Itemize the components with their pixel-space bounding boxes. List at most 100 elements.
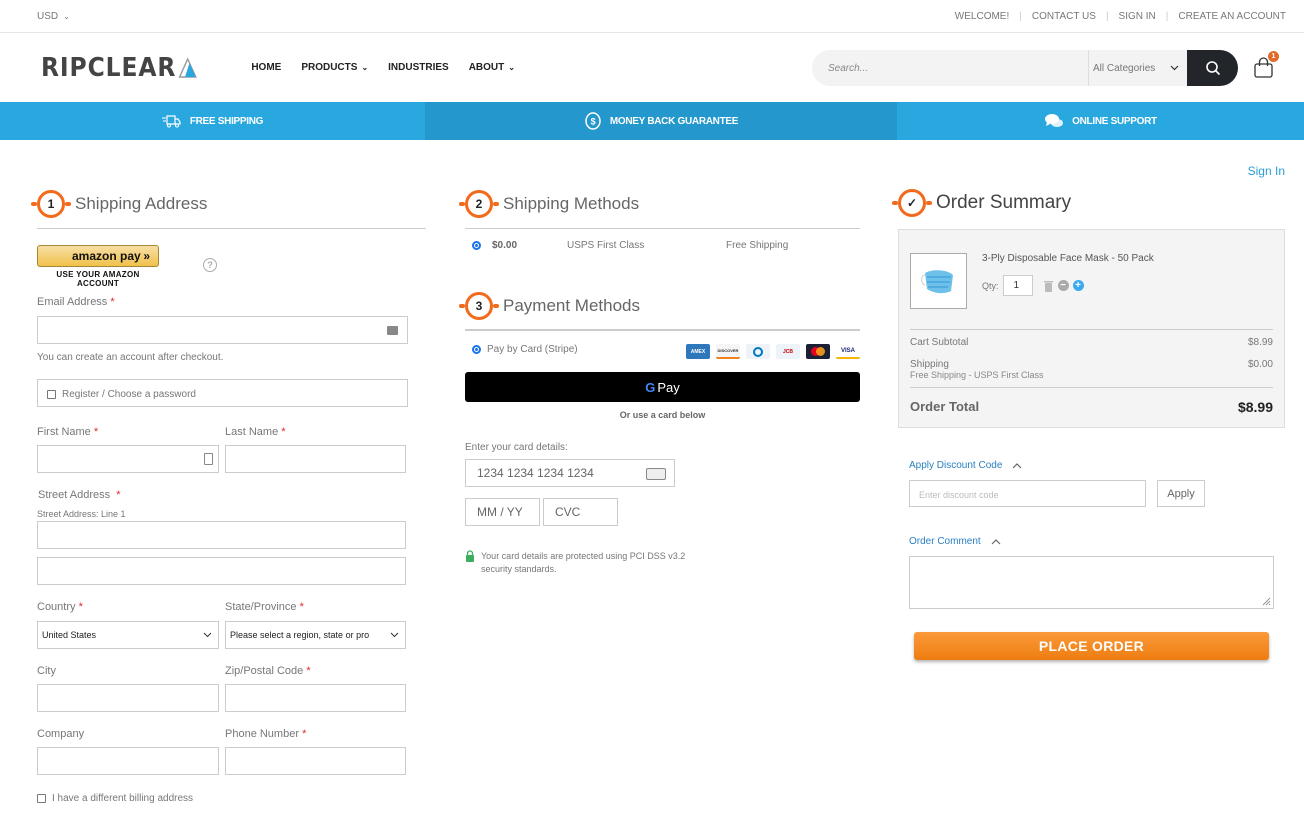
divider xyxy=(37,228,426,229)
street-line1-field[interactable] xyxy=(37,521,406,549)
nav-home[interactable]: HOME xyxy=(251,62,281,73)
amazon-pay-button[interactable]: amazon pay» USE YOUR AMAZON ACCOUNT xyxy=(37,245,159,288)
product-name[interactable]: 3-Ply Disposable Face Mask - 50 Pack xyxy=(982,253,1154,264)
dollar-coin-icon: $ xyxy=(585,112,601,130)
nav-products[interactable]: PRODUCTS ⌄ xyxy=(301,62,368,73)
help-icon[interactable]: ? xyxy=(203,258,217,272)
zip-field[interactable] xyxy=(225,684,406,712)
search-icon xyxy=(1205,61,1220,76)
order-comment-toggle[interactable]: Order Comment xyxy=(909,536,1001,547)
state-label: State/Province * xyxy=(225,601,304,613)
cart-count-badge: 1 xyxy=(1268,51,1279,62)
contact-us-link[interactable]: CONTACT US xyxy=(1022,11,1106,22)
state-select[interactable]: Please select a region, state or pro xyxy=(225,621,406,649)
discount-input[interactable]: Enter discount code xyxy=(909,480,1146,507)
category-select[interactable]: All Categories xyxy=(1088,50,1187,86)
or-card-text: Or use a card below xyxy=(619,410,706,420)
divider xyxy=(465,329,860,331)
last-name-label: Last Name * xyxy=(225,426,286,438)
divider xyxy=(465,228,860,229)
payment-methods-title: 3 Payment Methods xyxy=(459,292,640,320)
lock-icon xyxy=(466,550,474,562)
main-nav: HOME PRODUCTS ⌄ INDUSTRIES ABOUT ⌄ xyxy=(251,62,515,73)
chevron-down-icon: ⌄ xyxy=(361,63,369,72)
svg-text:$: $ xyxy=(591,117,596,127)
country-label: Country * xyxy=(37,601,83,613)
google-g-icon: G xyxy=(645,379,656,395)
email-field[interactable] xyxy=(37,316,408,344)
cvc-field[interactable]: CVC xyxy=(543,498,618,526)
payment-option-stripe[interactable]: Pay by Card (Stripe) xyxy=(472,344,578,355)
truck-icon xyxy=(161,115,181,128)
chevron-down-icon: ⌄ xyxy=(63,11,70,21)
quantity-input[interactable]: 1 xyxy=(1002,275,1033,296)
card-number-field[interactable]: 1234 1234 1234 1234 xyxy=(465,459,675,487)
payment-option-radio[interactable] xyxy=(472,345,481,354)
sign-in-link[interactable]: SIGN IN xyxy=(1109,11,1166,22)
divider xyxy=(910,329,1273,330)
company-label: Company xyxy=(37,728,85,740)
street-label: Street Address * xyxy=(38,489,121,501)
chevron-down-icon xyxy=(203,632,212,638)
header: RIPCLEAR HOME PRODUCTS ⌄ INDUSTRIES ABOUT… xyxy=(0,33,1304,102)
first-name-label: First Name * xyxy=(37,426,99,438)
top-links: WELCOME! | CONTACT US | SIGN IN | CREATE AN… xyxy=(945,11,1286,22)
zip-label: Zip/Postal Code * xyxy=(225,665,311,677)
currency-switcher[interactable]: USD ⌄ xyxy=(37,11,70,22)
city-label: City xyxy=(37,665,56,677)
chat-bubbles-icon xyxy=(1045,114,1064,127)
apply-discount-button[interactable]: Apply xyxy=(1157,480,1205,507)
step-badge: 1 xyxy=(31,190,71,218)
chevron-down-icon xyxy=(390,632,399,638)
cart-subtotal-row: Cart Subtotal $8.99 xyxy=(910,337,1273,348)
chevron-down-icon: ⌄ xyxy=(508,63,515,72)
diners-icon xyxy=(746,344,770,359)
expiry-field[interactable]: MM / YY xyxy=(465,498,540,526)
nav-industries[interactable]: INDUSTRIES xyxy=(388,62,449,73)
visa-icon: VISA xyxy=(836,344,860,359)
face-mask-image xyxy=(920,270,953,294)
credit-card-icon xyxy=(646,468,666,480)
search-button[interactable] xyxy=(1187,50,1238,86)
chevron-up-icon xyxy=(991,538,1001,544)
product-thumbnail[interactable] xyxy=(910,253,967,309)
city-field[interactable] xyxy=(37,684,219,712)
card-logos: AMEX DISCOVER JCB VISA xyxy=(686,344,860,359)
google-pay-button[interactable]: G Pay xyxy=(465,372,860,402)
last-name-field[interactable] xyxy=(225,445,406,473)
card-details-label: Enter your card details: xyxy=(465,442,568,453)
shipping-option-radio[interactable] xyxy=(472,241,481,250)
place-order-button[interactable]: PLACE ORDER xyxy=(914,632,1269,660)
cart-button[interactable]: 1 xyxy=(1253,51,1279,81)
nav-about[interactable]: ABOUT ⌄ xyxy=(469,62,515,73)
shipping-address-title: 1 Shipping Address xyxy=(31,190,207,218)
trash-icon[interactable] xyxy=(1043,280,1054,292)
company-field[interactable] xyxy=(37,747,219,775)
phone-field[interactable] xyxy=(225,747,406,775)
shipping-methods-title: 2 Shipping Methods xyxy=(459,190,639,218)
order-comment-textarea[interactable] xyxy=(909,556,1274,609)
plus-icon[interactable]: + xyxy=(1072,280,1084,291)
email-note: You can create an account after checkout… xyxy=(37,352,224,363)
register-checkbox[interactable]: Register / Choose a password xyxy=(47,389,196,400)
search-input[interactable]: Search... xyxy=(812,50,1088,86)
create-account-link[interactable]: CREATE AN ACCOUNT xyxy=(1168,11,1286,22)
street-line2-field[interactable] xyxy=(37,557,406,585)
promo-banner: FREE SHIPPING $ MONEY BACK GUARANTEE ONL… xyxy=(0,102,1304,140)
shipping-option[interactable]: $0.00 USPS First Class Free Shipping xyxy=(472,240,862,251)
billing-address-checkbox[interactable]: I have a different billing address xyxy=(37,793,193,804)
order-summary-title: ✓ Order Summary xyxy=(892,189,1071,217)
country-select[interactable]: United States xyxy=(37,621,219,649)
logo[interactable]: RIPCLEAR xyxy=(41,53,198,83)
discount-toggle[interactable]: Apply Discount Code xyxy=(909,460,1022,471)
minus-icon[interactable]: − xyxy=(1057,280,1069,291)
mastercard-icon xyxy=(806,344,830,359)
order-total-row: Order Total $8.99 xyxy=(910,399,1273,415)
shipping-row: Shipping Free Shipping - USPS First Class… xyxy=(910,359,1273,380)
security-note: Your card details are protected using PC… xyxy=(465,550,685,576)
sign-in-link[interactable]: Sign In xyxy=(1248,164,1285,178)
phone-label: Phone Number * xyxy=(225,728,307,740)
resize-handle-icon[interactable] xyxy=(1262,597,1271,606)
top-bar: USD ⌄ WELCOME! | CONTACT US | SIGN IN | CRE… xyxy=(0,0,1304,33)
first-name-field[interactable] xyxy=(37,445,219,473)
